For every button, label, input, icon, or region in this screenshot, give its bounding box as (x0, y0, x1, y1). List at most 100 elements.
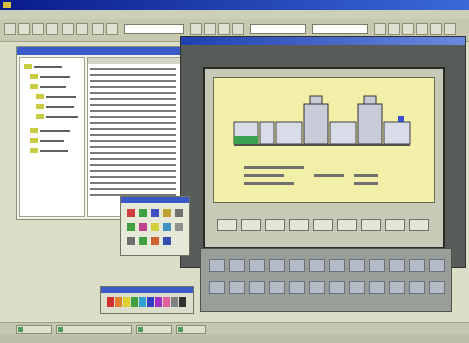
softkey-button[interactable] (409, 219, 429, 231)
color-swatches[interactable] (101, 293, 195, 315)
folder-icon[interactable] (30, 84, 38, 89)
toolbar-button[interactable] (430, 23, 442, 35)
toolbar-button[interactable] (32, 23, 44, 35)
toolbar-dropdown[interactable] (124, 24, 184, 34)
tool-icon[interactable] (127, 237, 135, 245)
tool-icon[interactable] (163, 223, 171, 231)
softkey-button[interactable] (241, 219, 261, 231)
keypad-key[interactable] (249, 259, 265, 272)
tool-icon[interactable] (151, 209, 159, 217)
keypad-key[interactable] (209, 281, 225, 294)
tool-icon[interactable] (139, 223, 147, 231)
tool-icon[interactable] (139, 237, 147, 245)
list-item[interactable] (90, 128, 176, 130)
toolbar-button[interactable] (18, 23, 30, 35)
list-item[interactable] (90, 68, 176, 70)
list-item[interactable] (90, 110, 176, 112)
tool-icon[interactable] (151, 237, 159, 245)
list-item[interactable] (90, 188, 176, 190)
toolbar-button[interactable] (402, 23, 414, 35)
keypad-key[interactable] (229, 259, 245, 272)
keypad-key[interactable] (329, 259, 345, 272)
list-item[interactable] (90, 74, 176, 76)
toolbar-button[interactable] (46, 23, 58, 35)
list-item[interactable] (90, 140, 176, 142)
list-item[interactable] (90, 164, 176, 166)
palette-title-bar[interactable] (121, 197, 189, 203)
softkey-button[interactable] (385, 219, 405, 231)
keypad-key[interactable] (249, 281, 265, 294)
list-item[interactable] (90, 80, 176, 82)
folder-icon[interactable] (30, 128, 38, 133)
toolbar-button[interactable] (218, 23, 230, 35)
toolbar-button[interactable] (76, 23, 88, 35)
editor-title-bar[interactable] (181, 37, 465, 45)
toolbar-button[interactable] (106, 23, 118, 35)
folder-icon[interactable] (30, 74, 38, 79)
keypad-key[interactable] (329, 281, 345, 294)
list-item[interactable] (90, 158, 176, 160)
tree-item[interactable] (46, 96, 76, 98)
list-item[interactable] (90, 176, 176, 178)
folder-icon[interactable] (36, 94, 44, 99)
panel-display[interactable] (213, 77, 435, 203)
toolbar-button[interactable] (4, 23, 16, 35)
toolbar-button[interactable] (204, 23, 216, 35)
toolbar-button[interactable] (444, 23, 456, 35)
softkey-button[interactable] (217, 219, 237, 231)
task-button[interactable] (56, 325, 132, 334)
list-item[interactable] (90, 104, 176, 106)
tree-item[interactable] (40, 130, 70, 132)
task-button[interactable] (136, 325, 172, 334)
tool-icon[interactable] (127, 209, 135, 217)
list-item[interactable] (90, 116, 176, 118)
keypad-key[interactable] (429, 259, 445, 272)
tree-item[interactable] (40, 150, 68, 152)
softkey-button[interactable] (265, 219, 285, 231)
tool-icon[interactable] (151, 223, 159, 231)
tool-icon[interactable] (175, 209, 183, 217)
list-item[interactable] (90, 170, 176, 172)
tool-icon[interactable] (127, 223, 135, 231)
list-header[interactable] (88, 58, 181, 64)
tool-icon[interactable] (163, 237, 171, 245)
tree-item[interactable] (46, 116, 78, 118)
softkey-button[interactable] (361, 219, 381, 231)
list-item[interactable] (90, 122, 176, 124)
list-item[interactable] (90, 92, 176, 94)
folder-icon[interactable] (24, 64, 32, 69)
keypad-key[interactable] (209, 259, 225, 272)
list-item[interactable] (90, 152, 176, 154)
softkey-button[interactable] (337, 219, 357, 231)
folder-icon[interactable] (30, 138, 38, 143)
keypad-key[interactable] (289, 259, 305, 272)
keypad-key[interactable] (389, 259, 405, 272)
toolbar-button[interactable] (374, 23, 386, 35)
task-button[interactable] (176, 325, 206, 334)
tree-item[interactable] (34, 66, 62, 68)
keypad-key[interactable] (409, 281, 425, 294)
tree-item[interactable] (40, 76, 70, 78)
keypad-key[interactable] (369, 281, 385, 294)
toolbar-dropdown[interactable] (250, 24, 306, 34)
toolbar-button[interactable] (62, 23, 74, 35)
list-item[interactable] (90, 86, 176, 88)
toolbar-button[interactable] (232, 23, 244, 35)
toolbar-button[interactable] (416, 23, 428, 35)
tool-icon[interactable] (175, 223, 183, 231)
keypad-key[interactable] (349, 281, 365, 294)
keypad-key[interactable] (309, 281, 325, 294)
keypad-key[interactable] (349, 259, 365, 272)
folder-icon[interactable] (36, 114, 44, 119)
object-list[interactable] (87, 57, 182, 217)
keypad-key[interactable] (229, 281, 245, 294)
keypad-key[interactable] (269, 259, 285, 272)
explorer-title-bar[interactable] (17, 47, 183, 55)
folder-icon[interactable] (36, 104, 44, 109)
tree-item[interactable] (40, 140, 64, 142)
toolbar-button[interactable] (92, 23, 104, 35)
keypad-key[interactable] (309, 259, 325, 272)
list-item[interactable] (90, 146, 176, 148)
tree-item[interactable] (46, 106, 74, 108)
list-item[interactable] (90, 182, 176, 184)
